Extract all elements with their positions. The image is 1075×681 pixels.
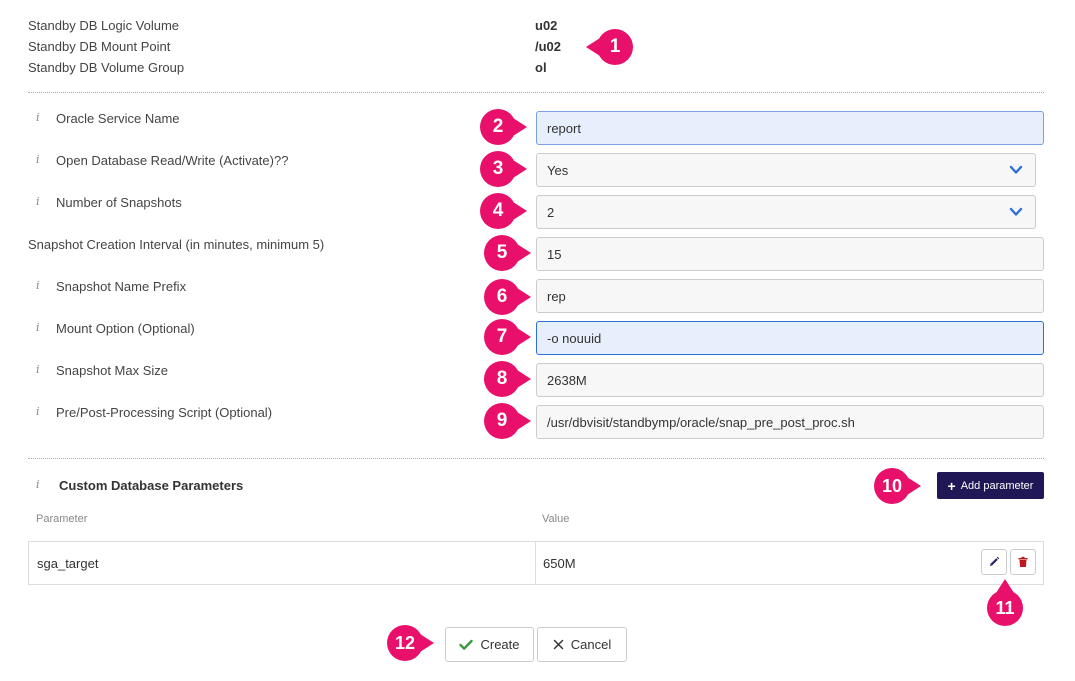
info-row-mount-point: Standby DB Mount Point /u02 [28, 36, 648, 57]
callout-badge: 4 [480, 193, 527, 233]
number-snapshots-select[interactable]: 2 [536, 195, 1036, 229]
callout-badge: 12 [387, 625, 434, 665]
info-label: Standby DB Mount Point [28, 39, 171, 54]
info-label: Standby DB Logic Volume [28, 18, 180, 33]
cell-value: 650M [543, 555, 576, 571]
callout-badge: 10 [874, 468, 921, 508]
mount-option-input[interactable]: -o nouuid [536, 321, 1044, 355]
pencil-icon [990, 556, 1000, 566]
info-icon[interactable]: i [36, 153, 40, 166]
divider [28, 458, 1044, 459]
create-button[interactable]: Create [445, 627, 534, 662]
callout-badge: 3 [480, 151, 527, 191]
cancel-button[interactable]: Cancel [537, 627, 627, 662]
check-icon [459, 639, 474, 650]
chevron-down-icon [1009, 165, 1023, 174]
callout-badge: 1 [586, 29, 637, 69]
info-label: Standby DB Volume Group [28, 60, 185, 75]
field-value: 2638M [547, 372, 587, 388]
info-row-logic-volume: Standby DB Logic Volume u02 [28, 15, 648, 36]
field-value: /usr/dbvisit/standbymp/oracle/snap_pre_p… [547, 414, 855, 430]
callout-badge: 2 [480, 109, 527, 149]
callout-badge: 11 [987, 579, 1027, 630]
table-row: sga_target 650M [28, 541, 1044, 585]
field-label-open-read-write: Open Database Read/Write (Activate)?? [56, 153, 289, 168]
processing-script-input[interactable]: /usr/dbvisit/standbymp/oracle/snap_pre_p… [536, 405, 1044, 439]
max-size-input[interactable]: 2638M [536, 363, 1044, 397]
column-separator [535, 542, 536, 584]
delete-button[interactable] [1010, 549, 1036, 575]
field-label-max-size: Snapshot Max Size [56, 363, 169, 378]
field-value: 15 [547, 246, 562, 262]
callout-badge: 8 [484, 361, 531, 401]
callout-badge: 9 [484, 403, 531, 443]
field-value: 2 [547, 204, 555, 220]
callout-badge: 5 [484, 235, 531, 275]
field-label-name-prefix: Snapshot Name Prefix [56, 279, 187, 294]
column-header-parameter: Parameter [36, 513, 88, 525]
info-icon[interactable]: i [36, 111, 40, 124]
field-value: -o nouuid [547, 330, 602, 346]
info-value: /u02 [535, 39, 562, 54]
add-parameter-button[interactable]: + Add parameter [937, 472, 1044, 499]
chevron-down-icon [1009, 207, 1023, 216]
field-value: rep [547, 288, 566, 304]
field-label-creation-interval: Snapshot Creation Interval (in minutes, … [28, 237, 325, 252]
field-label-processing-script: Pre/Post-Processing Script (Optional) [56, 405, 273, 420]
info-value: u02 [535, 18, 558, 33]
callout-badge: 6 [484, 279, 531, 319]
service-name-input[interactable]: report [536, 111, 1044, 145]
field-label-mount-option: Mount Option (Optional) [56, 321, 195, 336]
close-icon [553, 639, 564, 650]
info-icon[interactable]: i [36, 195, 40, 208]
field-value: report [547, 120, 581, 136]
divider [28, 92, 1044, 93]
name-prefix-input[interactable]: rep [536, 279, 1044, 313]
info-icon[interactable]: i [36, 405, 40, 418]
field-value: Yes [547, 162, 569, 178]
creation-interval-input[interactable]: 15 [536, 237, 1044, 271]
info-value: ol [535, 60, 547, 75]
add-parameter-label: Add parameter [960, 479, 1034, 492]
column-header-value: Value [542, 513, 570, 525]
section-title-custom-params: Custom Database Parameters [59, 478, 244, 493]
info-row-volume-group: Standby DB Volume Group ol [28, 57, 648, 78]
edit-button[interactable] [981, 549, 1007, 575]
info-icon[interactable]: i [36, 478, 40, 491]
callout-badge: 7 [484, 319, 531, 359]
create-label: Create [480, 637, 520, 652]
info-icon[interactable]: i [36, 363, 40, 376]
info-icon[interactable]: i [36, 321, 40, 334]
trash-icon [1018, 556, 1028, 567]
info-icon[interactable]: i [36, 279, 40, 292]
field-label-service-name: Oracle Service Name [56, 111, 180, 126]
open-read-write-select[interactable]: Yes [536, 153, 1036, 187]
cell-parameter: sga_target [37, 555, 99, 571]
field-label-number-snapshots: Number of Snapshots [56, 195, 182, 210]
cancel-label: Cancel [570, 637, 612, 652]
plus-icon: + [947, 477, 956, 494]
